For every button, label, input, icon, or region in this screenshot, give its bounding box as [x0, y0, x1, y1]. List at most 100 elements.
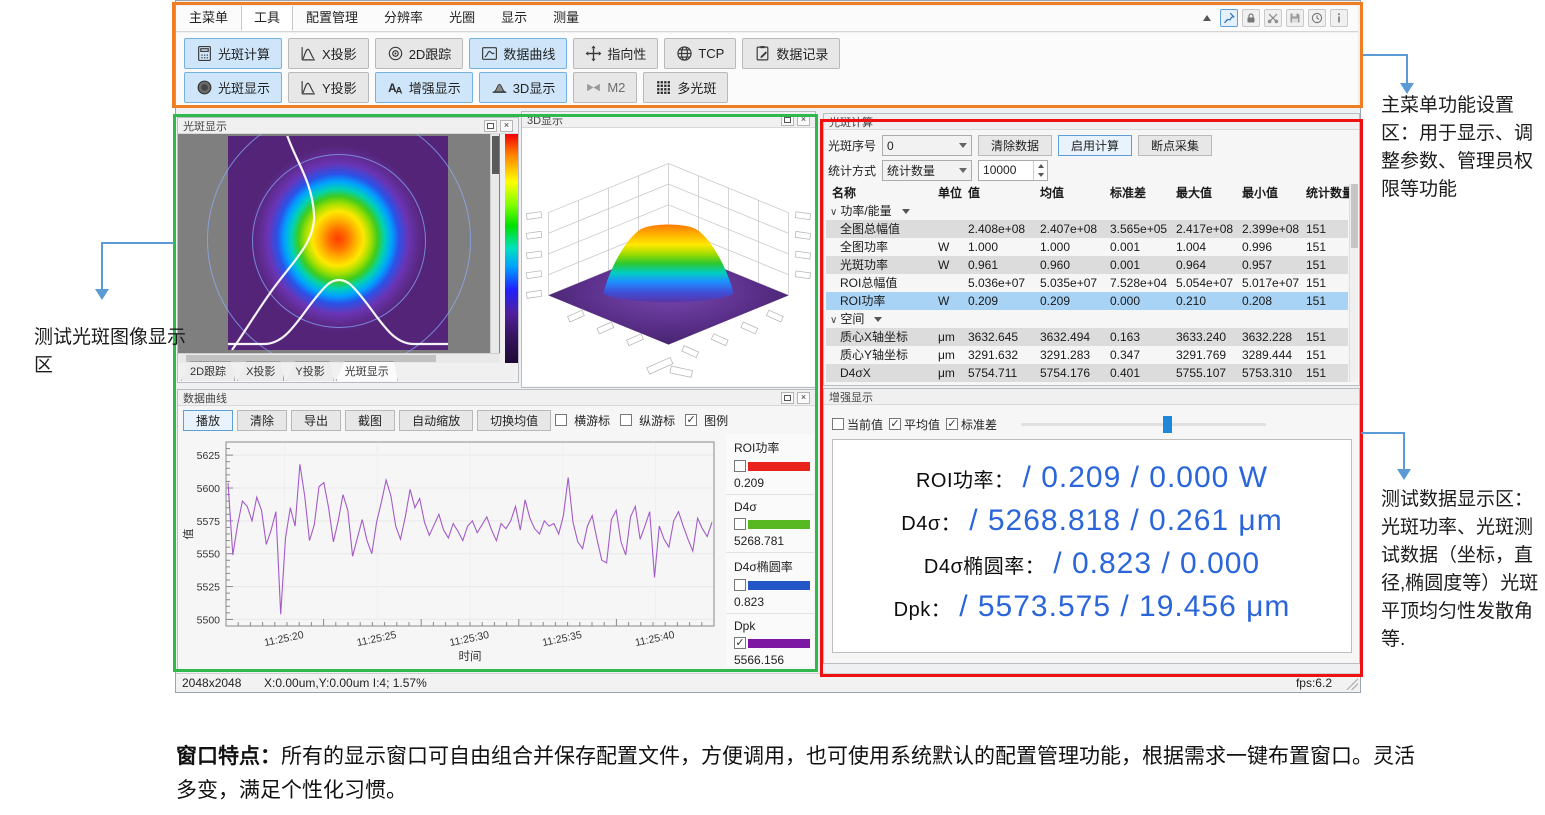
- menu-tab[interactable]: 工具: [241, 6, 293, 31]
- column-header[interactable]: 名称: [832, 184, 856, 202]
- column-header[interactable]: 值: [968, 184, 980, 202]
- checkbox-checked[interactable]: ✓: [685, 414, 697, 426]
- beam-view-tab[interactable]: Y投影: [286, 361, 333, 381]
- table-row[interactable]: 质心Y轴坐标μm3291.6323291.2830.3473291.769328…: [826, 346, 1348, 364]
- table-row[interactable]: ROI功率W0.2090.2090.0000.2100.208151: [826, 292, 1348, 310]
- toolbar-button-data-curve[interactable]: 数据曲线: [469, 38, 567, 69]
- float-icon[interactable]: [484, 120, 497, 132]
- column-header[interactable]: 标准差: [1110, 184, 1146, 202]
- curve-chart-area[interactable]: 55005525555055755600562511:25:2011:25:25…: [180, 434, 722, 673]
- collapse-icon[interactable]: [1198, 9, 1216, 27]
- toolbar-button-2d-track[interactable]: 2D跟踪: [375, 38, 464, 69]
- filter-dropdown-icon[interactable]: [902, 209, 910, 214]
- curve-button-0[interactable]: 播放: [183, 410, 233, 431]
- group-row[interactable]: ∨功率/能量: [826, 202, 1348, 220]
- beam-image-area[interactable]: [178, 134, 500, 353]
- readout-row: D4σ椭圆率：/ 0.823 / 0.000: [833, 547, 1351, 581]
- checkbox-unchecked[interactable]: [832, 418, 844, 430]
- seq-select[interactable]: 0: [882, 135, 972, 156]
- table-row[interactable]: 全图功率W1.0001.0000.0011.0040.996151: [826, 238, 1348, 256]
- enable-calc-button[interactable]: 启用计算: [1058, 135, 1132, 156]
- lock-icon[interactable]: [1242, 9, 1260, 27]
- stat-mode-select[interactable]: 统计数量: [882, 160, 972, 181]
- toolbar-button-m2[interactable]: M2: [573, 72, 637, 103]
- table-row[interactable]: ROI总幅值5.036e+075.035e+077.528e+045.054e+…: [826, 274, 1348, 292]
- annotation-menu-area: 主菜单功能设置区：用于显示、调整参数、管理员权限等功能: [1381, 92, 1539, 204]
- surface-plot-area[interactable]: [522, 128, 815, 386]
- column-header[interactable]: 单位: [938, 184, 962, 202]
- toolbar-button-spot-display[interactable]: 光斑显示: [184, 72, 282, 103]
- table-scrollbar[interactable]: [1349, 184, 1358, 382]
- toolbar-button-enhanced-display[interactable]: AA增强显示: [375, 72, 473, 103]
- toolbar-button-data-record[interactable]: 数据记录: [742, 38, 840, 69]
- info-icon[interactable]: [1330, 9, 1348, 27]
- checkbox-checked[interactable]: ✓: [889, 418, 901, 430]
- curve-button-1[interactable]: 清除: [237, 410, 287, 431]
- readout-row: Dpk：/ 5573.575 / 19.456 μm: [833, 590, 1351, 624]
- beam-view-tab[interactable]: 光斑显示: [336, 361, 398, 381]
- legend-color-bar: [748, 581, 810, 590]
- menu-tab[interactable]: 分辨率: [371, 6, 436, 31]
- checkbox-unchecked[interactable]: [734, 579, 746, 591]
- curve-button-4[interactable]: 自动缩放: [399, 410, 473, 431]
- column-header[interactable]: 最大值: [1176, 184, 1212, 202]
- checkbox-checked[interactable]: ✓: [734, 637, 746, 649]
- toolbar-button-globe[interactable]: TCP: [664, 38, 736, 69]
- group-row[interactable]: ∨空间: [826, 310, 1348, 328]
- resolution-status: 2048x2048: [182, 676, 241, 690]
- toolbar-button-y-projection[interactable]: Y投影: [288, 72, 369, 103]
- toolbar-button-calculator[interactable]: 光斑计算: [184, 38, 282, 69]
- table-cell: 0.960: [1040, 256, 1070, 274]
- table-row[interactable]: 全图总幅值2.408e+082.407e+083.565e+052.417e+0…: [826, 220, 1348, 238]
- beam-view-tab[interactable]: X投影: [237, 361, 284, 381]
- toolbar-button-x-projection[interactable]: X投影: [288, 38, 369, 69]
- menu-tab[interactable]: 主菜单: [176, 6, 241, 31]
- slider-handle[interactable]: [1163, 416, 1172, 433]
- column-header[interactable]: 统计数量: [1306, 184, 1354, 202]
- svg-text:11:25:40: 11:25:40: [634, 629, 676, 649]
- svg-text:5500: 5500: [197, 614, 221, 626]
- menu-tab[interactable]: 光圈: [436, 6, 488, 31]
- curve-panel-title: 数据曲线: [183, 390, 227, 406]
- curve-button-3[interactable]: 截图: [345, 410, 395, 431]
- toolbar-button-multi-spot[interactable]: 多光斑: [643, 72, 728, 103]
- chevron-down-icon: [959, 168, 967, 173]
- filter-dropdown-icon[interactable]: [874, 317, 882, 322]
- table-row[interactable]: 质心X轴坐标μm3632.6453632.4940.1633633.240363…: [826, 328, 1348, 346]
- close-icon[interactable]: ×: [500, 120, 513, 132]
- clear-data-button[interactable]: 清除数据: [978, 135, 1052, 156]
- table-cell: 3289.444: [1242, 346, 1292, 364]
- font-size-slider[interactable]: [1021, 423, 1266, 426]
- checkbox-unchecked[interactable]: [734, 460, 746, 472]
- checkbox-checked[interactable]: ✓: [946, 418, 958, 430]
- float-icon[interactable]: [781, 114, 794, 126]
- menu-tab[interactable]: 配置管理: [293, 6, 371, 31]
- stat-count-spinner[interactable]: 10000: [978, 160, 1048, 181]
- table-row[interactable]: 光斑功率W0.9610.9600.0010.9640.957151: [826, 256, 1348, 274]
- close-icon[interactable]: ×: [797, 114, 810, 126]
- close-icon[interactable]: ×: [797, 392, 810, 404]
- table-row[interactable]: D4σXμm5754.7115754.1760.4015755.1075753.…: [826, 364, 1348, 382]
- cut-icon[interactable]: [1264, 9, 1282, 27]
- legend-item: Dpk✓5566.156: [726, 614, 814, 672]
- curve-button-2[interactable]: 导出: [291, 410, 341, 431]
- curve-button-5[interactable]: 切换均值: [477, 410, 551, 431]
- checkbox-unchecked[interactable]: [555, 414, 567, 426]
- menu-tab[interactable]: 测量: [540, 6, 592, 31]
- checkbox-unchecked[interactable]: [734, 518, 746, 530]
- float-icon[interactable]: [781, 392, 794, 404]
- checkbox-unchecked[interactable]: [620, 414, 632, 426]
- menu-tab[interactable]: 显示: [488, 6, 540, 31]
- save-icon[interactable]: [1286, 9, 1304, 27]
- history-icon[interactable]: [1308, 9, 1326, 27]
- breakpoint-acquire-button[interactable]: 断点采集: [1138, 135, 1212, 156]
- column-header[interactable]: 最小值: [1242, 184, 1278, 202]
- toolbar-button-surface-3d[interactable]: 3D显示: [479, 72, 568, 103]
- table-cell: 0.996: [1242, 238, 1272, 256]
- toolbar-button-pointing[interactable]: 指向性: [573, 38, 658, 69]
- resize-grip[interactable]: [1346, 678, 1358, 690]
- beam-vertical-scrollbar[interactable]: [490, 134, 499, 353]
- column-header[interactable]: 均值: [1040, 184, 1064, 202]
- annotation-arrow-top: [1363, 54, 1408, 56]
- pin-icon[interactable]: [1220, 9, 1238, 27]
